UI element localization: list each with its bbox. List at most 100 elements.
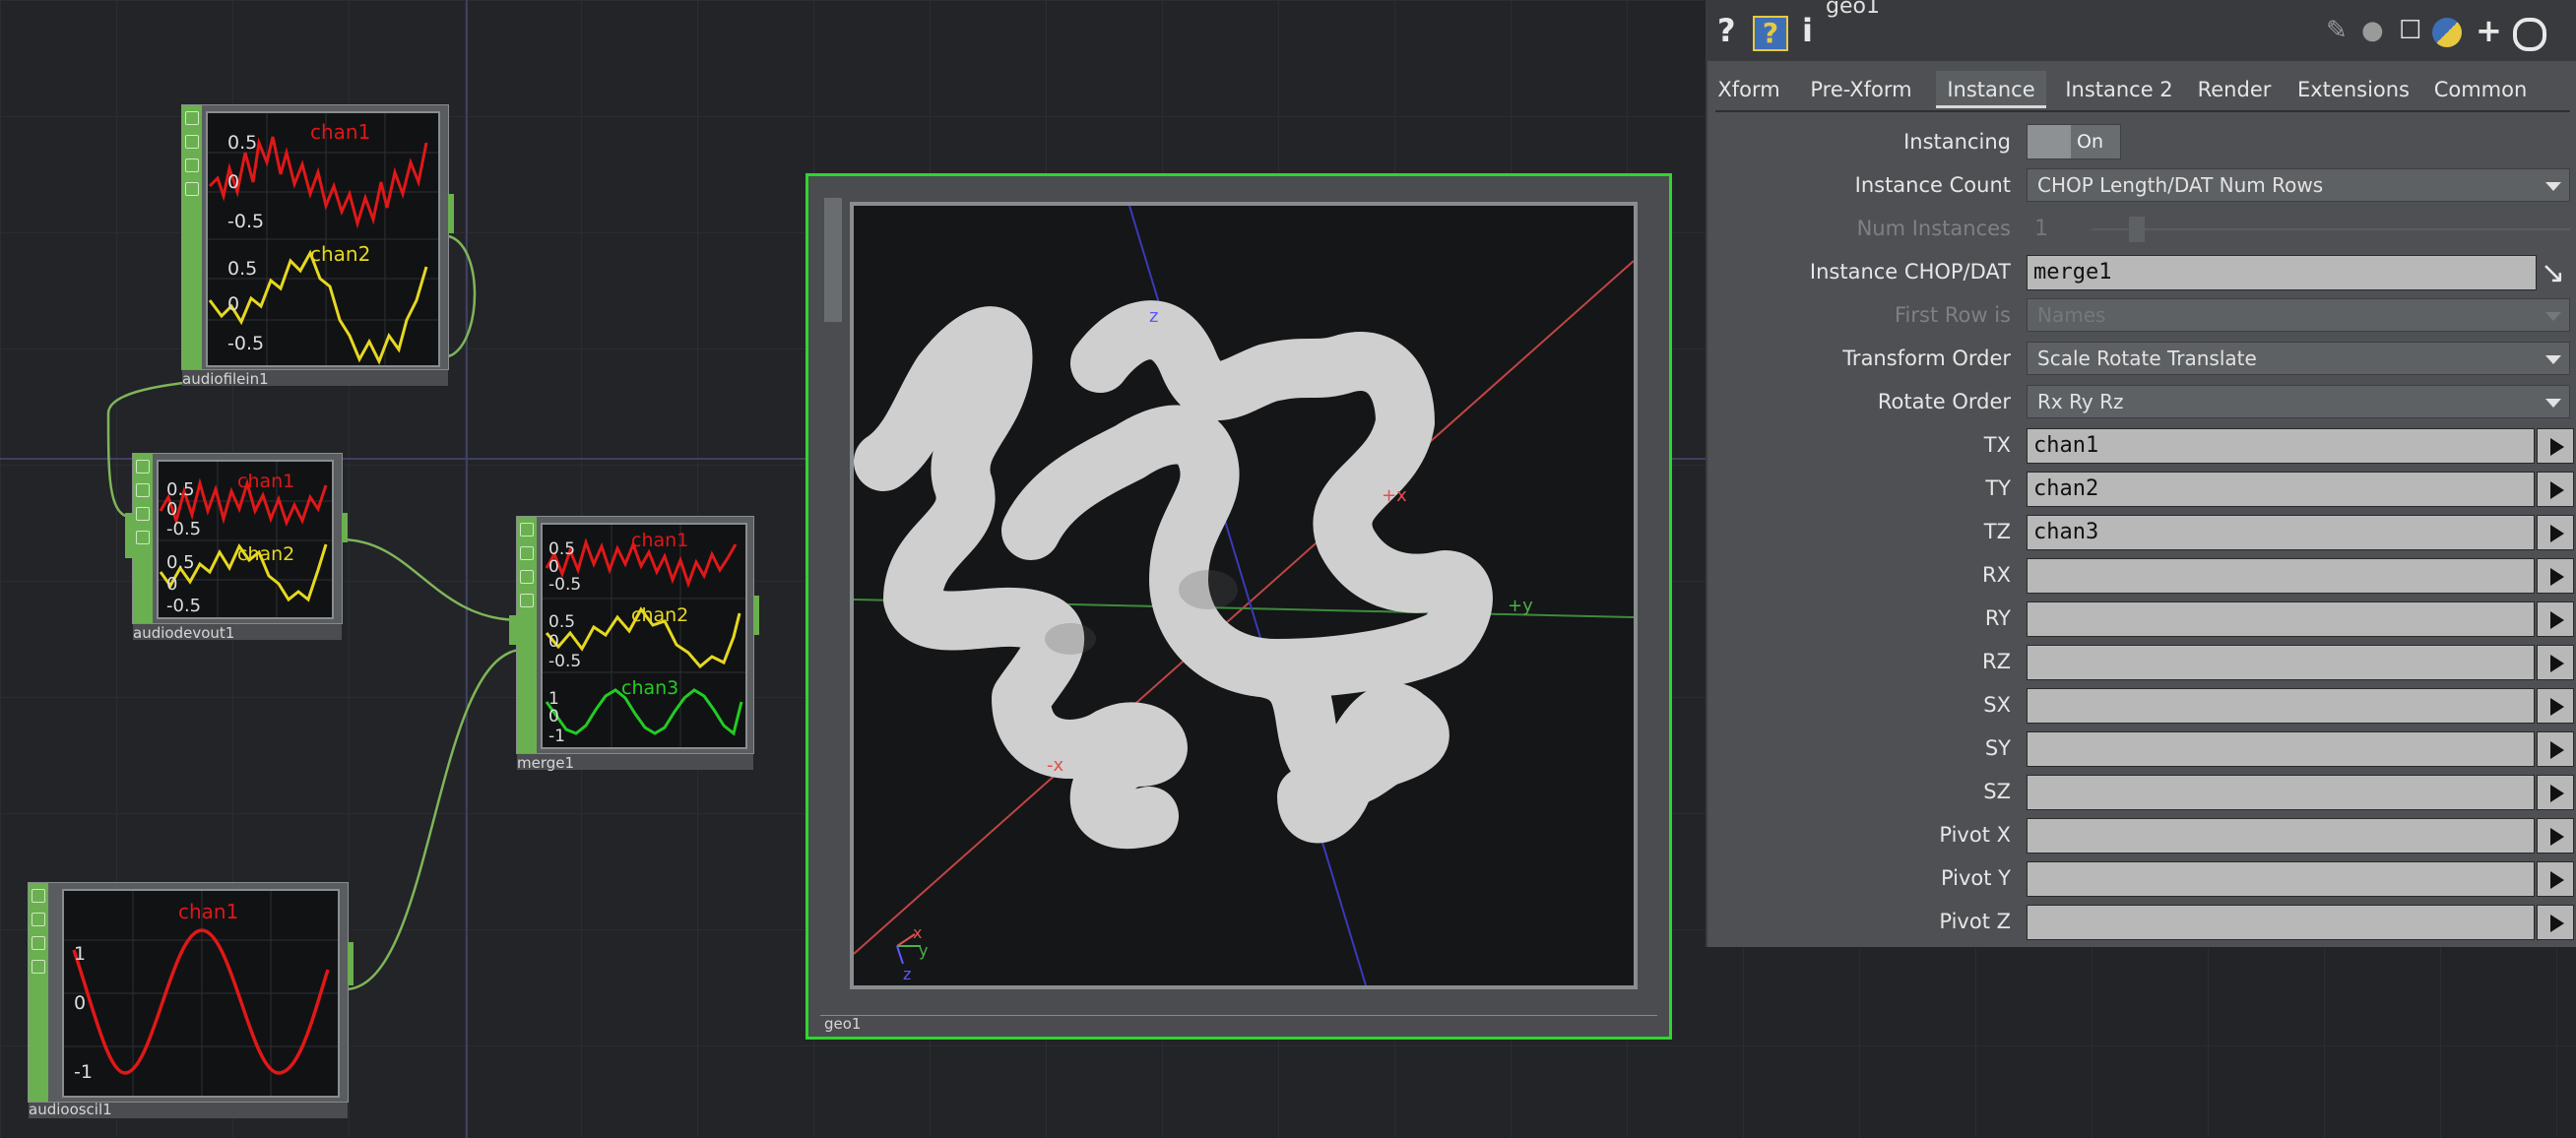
toggle-value: On (2077, 131, 2103, 153)
param-ry: RY (1707, 599, 2576, 638)
lock-icon[interactable] (32, 936, 45, 950)
sy-menu-arrow[interactable] (2537, 731, 2574, 767)
input-connector[interactable] (125, 513, 133, 558)
sx-field[interactable] (2027, 688, 2535, 724)
info-icon[interactable]: i (1802, 14, 1813, 47)
pivot-x-field[interactable] (2027, 818, 2535, 854)
node-name[interactable]: geo1 (824, 1015, 861, 1033)
bypass-icon[interactable] (136, 483, 150, 497)
param-tz: TZ chan3 (1707, 512, 2576, 551)
output-connector[interactable] (342, 513, 348, 542)
input-connector[interactable] (509, 615, 517, 645)
rz-field[interactable] (2027, 645, 2535, 680)
axis-gizmo: x y z (896, 923, 928, 983)
sy-field[interactable] (2027, 731, 2535, 767)
audiodevout-node[interactable]: chan1 chan2 0.5 0 -0.5 0.5 0 -0.5 audiod… (125, 453, 348, 641)
merge-node[interactable]: chan1 chan2 chan3 0.5 0 -0.5 0.5 0 -0.5 … (509, 516, 759, 771)
pin-icon[interactable] (32, 960, 45, 974)
chop-graph: chan1 chan2 0.5 0 -0.5 0.5 0 -0.5 (159, 462, 332, 617)
instancing-toggle[interactable]: On (2027, 124, 2121, 159)
pivot-y-menu-arrow[interactable] (2537, 861, 2574, 897)
help-icon[interactable]: ? (1717, 14, 1736, 47)
tick-label: 0 (74, 992, 86, 1014)
bypass-icon[interactable] (185, 135, 199, 149)
sz-menu-arrow[interactable] (2537, 775, 2574, 810)
pane-icon[interactable]: ☐ (2399, 14, 2421, 47)
pin-icon[interactable] (136, 531, 150, 544)
tab-xform[interactable]: Xform (1715, 71, 1782, 108)
instance-count-dropdown[interactable]: CHOP Length/DAT Num Rows (2027, 168, 2570, 202)
node-viewer: chan1 chan2 0.5 0 -0.5 0.5 0 -0.5 (157, 460, 334, 619)
tab-pre-xform[interactable]: Pre-Xform (1802, 71, 1920, 108)
geo-node[interactable]: z +x +y -x x y z geo1 (805, 173, 1672, 1040)
y-axis-label: +y (1508, 596, 1533, 616)
tab-common[interactable]: Common (2426, 71, 2535, 108)
output-connector[interactable] (753, 596, 759, 635)
node-name[interactable]: audiodevout1 (133, 625, 234, 641)
tz-menu-arrow[interactable] (2537, 515, 2574, 550)
node-name[interactable]: audiooscil1 (29, 1102, 112, 1117)
pin-icon[interactable] (185, 182, 199, 196)
instance-chop-field[interactable]: merge1 (2027, 255, 2537, 290)
pivot-z-menu-arrow[interactable] (2537, 905, 2574, 940)
first-row-dropdown[interactable]: Names (2027, 298, 2570, 332)
ty-menu-arrow[interactable] (2537, 472, 2574, 507)
viewer-icon[interactable] (520, 523, 534, 537)
drag-reference-icon[interactable]: ↘ (2541, 256, 2565, 290)
pin-icon[interactable] (520, 594, 534, 607)
rz-menu-arrow[interactable] (2537, 645, 2574, 680)
viewer-icon[interactable] (185, 111, 199, 125)
pivot-z-field[interactable] (2027, 905, 2535, 940)
ty-field[interactable]: chan2 (2027, 472, 2535, 507)
ry-menu-arrow[interactable] (2537, 601, 2574, 637)
lock-icon[interactable] (185, 158, 199, 172)
audiooscil-node[interactable]: chan1 1 0 -1 audiooscil1 (28, 882, 354, 1118)
tz-field[interactable]: chan3 (2027, 515, 2535, 550)
ry-field[interactable] (2027, 601, 2535, 637)
target-icon[interactable] (2513, 18, 2546, 51)
pivot-y-field[interactable] (2027, 861, 2535, 897)
output-connector[interactable] (348, 942, 354, 985)
tick-label: 0 (166, 499, 177, 520)
lock-icon[interactable] (136, 507, 150, 521)
pivot-x-menu-arrow[interactable] (2537, 818, 2574, 854)
output-connector[interactable] (448, 194, 454, 233)
rx-menu-arrow[interactable] (2537, 558, 2574, 594)
param-label: SY (1984, 736, 2011, 760)
param-sx: SX (1707, 685, 2576, 725)
viewer-icon[interactable] (32, 889, 45, 903)
bypass-icon[interactable] (32, 913, 45, 926)
bypass-icon[interactable] (520, 546, 534, 560)
geo-viewer[interactable]: z +x +y -x x y z (850, 202, 1638, 989)
sx-menu-arrow[interactable] (2537, 688, 2574, 724)
add-icon[interactable]: + (2476, 14, 2502, 47)
edit-icon[interactable]: ✎ (2326, 14, 2348, 47)
viewer-icon[interactable] (136, 460, 150, 474)
python-help-icon[interactable]: ? (1753, 16, 1788, 51)
lock-icon[interactable] (520, 570, 534, 584)
tick-label: 1 (74, 943, 86, 965)
tx-menu-arrow[interactable] (2537, 428, 2574, 464)
python-icon[interactable] (2432, 18, 2462, 47)
tx-field[interactable]: chan1 (2027, 428, 2535, 464)
audiofilein-node[interactable]: chan1 chan2 0.5 0 -0.5 0.5 0 -0.5 audiof… (181, 104, 454, 387)
tick-label: 0 (548, 632, 559, 652)
tick-label: 0.5 (548, 612, 575, 632)
num-instances-slider[interactable] (2092, 228, 2570, 230)
sz-field[interactable] (2027, 775, 2535, 810)
tab-render[interactable]: Render (2192, 71, 2277, 108)
transform-order-dropdown[interactable]: Scale Rotate Translate (2027, 342, 2570, 375)
slider-handle[interactable] (2129, 217, 2145, 242)
param-transform-order: Transform Order Scale Rotate Translate (1707, 339, 2576, 378)
rx-field[interactable] (2027, 558, 2535, 594)
comment-icon[interactable]: ● (2361, 14, 2384, 47)
tab-instance[interactable]: Instance (1936, 71, 2046, 108)
tab-instance-2[interactable]: Instance 2 (2060, 71, 2178, 108)
param-instancing: Instancing On (1707, 122, 2576, 161)
tab-extensions[interactable]: Extensions (2292, 71, 2415, 108)
rotate-order-dropdown[interactable]: Rx Ry Rz (2027, 385, 2570, 418)
node-flag-strip (824, 198, 842, 322)
node-name[interactable]: merge1 (517, 755, 574, 771)
num-instances-value[interactable]: 1 (2034, 217, 2048, 241)
node-name[interactable]: audiofilein1 (182, 371, 269, 387)
